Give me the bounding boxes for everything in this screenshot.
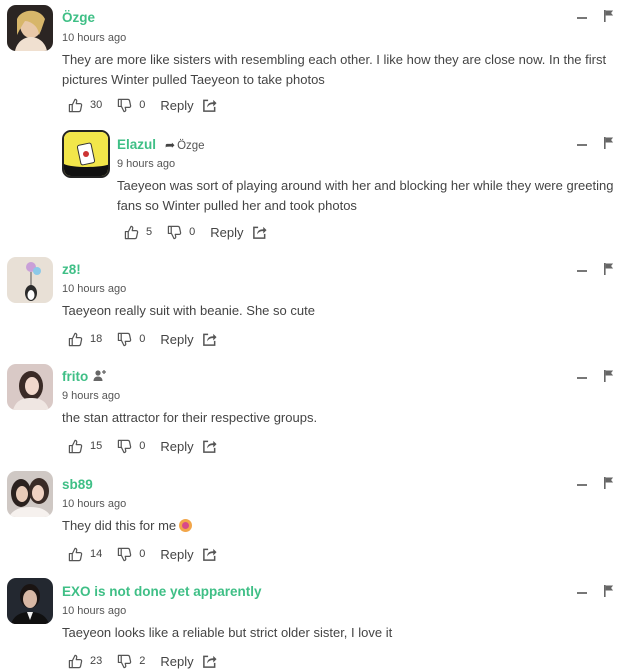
avatar[interactable] [7,257,53,303]
comment-text: Taeyeon really suit with beanie. She so … [62,303,315,318]
downvote-count: 0 [139,548,146,560]
username[interactable]: z8! [62,262,81,277]
minimize-icon[interactable] [577,377,587,379]
comment-text: They did this for me [62,516,627,536]
timestamp[interactable]: 10 hours ago [62,498,126,510]
timestamp[interactable]: 9 hours ago [62,390,120,402]
username[interactable]: Elazul [117,137,156,152]
reply-to-username: Özge [177,140,205,152]
avatar[interactable] [7,364,53,410]
avatar[interactable] [7,578,53,624]
comment-text: the stan attractor for their respective … [62,410,318,425]
share-icon[interactable] [202,439,217,454]
thumbs-down-icon[interactable] [167,225,182,240]
comment-actions: 23 2 Reply [68,652,217,670]
thumbs-down-icon[interactable] [117,439,132,454]
thumbs-up-icon[interactable] [68,439,83,454]
reply-button[interactable]: Reply [160,654,193,669]
thumbs-up-icon[interactable] [68,654,83,669]
comment-controls [577,588,637,602]
flag-icon[interactable] [604,263,615,275]
comment-actions: 15 0 Reply [68,437,217,455]
username[interactable]: EXO is not done yet apparently [62,584,262,599]
upvote-count: 14 [90,548,103,560]
thumbs-up-icon[interactable] [124,225,139,240]
avatar[interactable] [7,5,53,51]
reply-to[interactable]: ➦ Özge [165,138,205,152]
thumbs-up-icon[interactable] [68,547,83,562]
thumbs-up-icon[interactable] [68,332,83,347]
comment-controls [577,480,637,494]
upvote-count: 5 [146,226,153,238]
emoji-icon [179,519,193,532]
share-icon[interactable] [252,225,267,240]
comment-actions: 5 0 Reply [124,223,267,241]
downvote-count: 0 [139,440,146,452]
share-icon[interactable] [202,654,217,669]
minimize-icon[interactable] [577,592,587,594]
flag-icon[interactable] [604,477,615,489]
comment-actions: 30 0 Reply [68,96,217,114]
username[interactable]: Özge [62,10,95,25]
comment-controls [577,266,637,280]
username[interactable]: frito [62,369,88,384]
flag-icon[interactable] [604,137,615,149]
timestamp[interactable]: 10 hours ago [62,283,126,295]
follow-icon[interactable] [93,369,107,382]
reply-button[interactable]: Reply [210,225,243,240]
reply-arrow-icon: ➦ [165,138,176,152]
upvote-count: 23 [90,655,103,667]
minimize-icon[interactable] [577,17,587,19]
comment-text: Taeyeon looks like a reliable but strict… [62,625,393,640]
avatar[interactable] [7,471,53,517]
share-icon[interactable] [202,98,217,113]
comment-text: Taeyeon was sort of playing around with … [117,178,614,213]
timestamp[interactable]: 10 hours ago [62,32,126,44]
timestamp[interactable]: 10 hours ago [62,605,126,617]
reply-button[interactable]: Reply [160,98,193,113]
reply-button[interactable]: Reply [160,547,193,562]
flag-icon[interactable] [604,10,615,22]
upvote-count: 18 [90,333,103,345]
downvote-count: 0 [139,333,146,345]
comment-controls [577,373,637,387]
timestamp[interactable]: 9 hours ago [117,158,175,170]
comment-text-content: They did this for me [62,518,177,533]
share-icon[interactable] [202,332,217,347]
thumbs-up-icon[interactable] [68,98,83,113]
comment-text: They are more like sisters with resembli… [62,52,607,87]
upvote-count: 15 [90,440,103,452]
comment-controls [577,140,637,154]
thumbs-down-icon[interactable] [117,332,132,347]
flag-icon[interactable] [604,370,615,382]
reply-button[interactable]: Reply [160,439,193,454]
comment-actions: 18 0 Reply [68,330,217,348]
thumbs-down-icon[interactable] [117,654,132,669]
thumbs-down-icon[interactable] [117,547,132,562]
downvote-count: 0 [189,226,196,238]
reply-button[interactable]: Reply [160,332,193,347]
minimize-icon[interactable] [577,484,587,486]
thumbs-down-icon[interactable] [117,98,132,113]
comment-actions: 14 0 Reply [68,545,217,563]
flag-icon[interactable] [604,585,615,597]
share-icon[interactable] [202,547,217,562]
minimize-icon[interactable] [577,144,587,146]
downvote-count: 2 [139,655,146,667]
minimize-icon[interactable] [577,270,587,272]
avatar[interactable] [62,130,110,178]
username[interactable]: sb89 [62,477,93,492]
downvote-count: 0 [139,99,146,111]
upvote-count: 30 [90,99,103,111]
comment-controls [577,13,637,27]
